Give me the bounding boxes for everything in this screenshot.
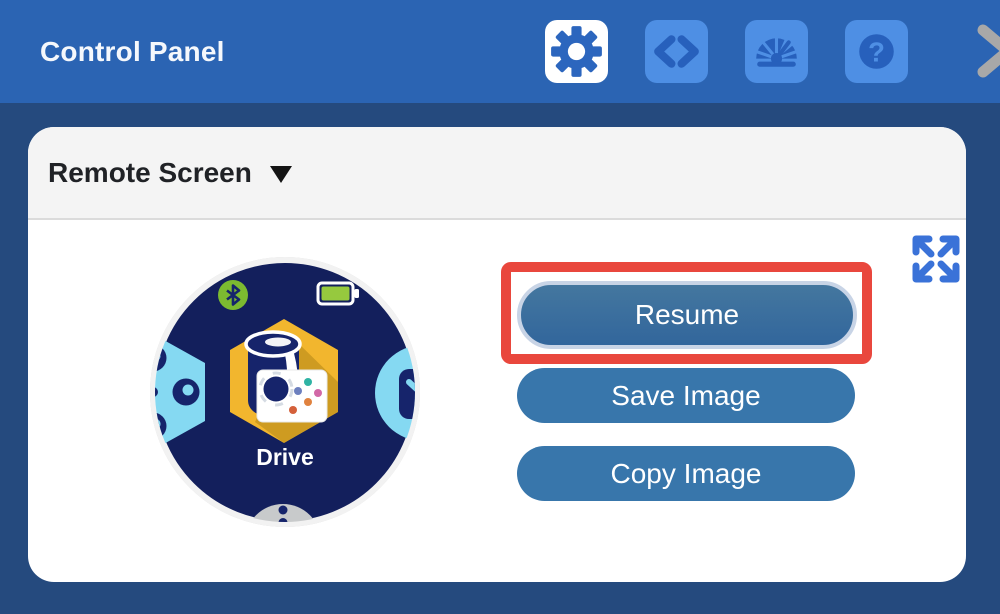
next-panel-button[interactable] [975,20,1000,83]
bluetooth-icon [218,280,248,310]
dashboard-gauge-icon [745,20,808,83]
panel-header[interactable]: Remote Screen [28,127,966,220]
resume-button[interactable]: Resume [517,281,857,349]
code-icon [645,20,708,83]
settings-button[interactable] [545,20,608,83]
help-button[interactable]: ? [845,20,908,83]
header-toolbar: ? [545,20,1000,83]
expand-arrows-icon [908,231,964,287]
top-header: Control Panel [0,0,1000,103]
save-image-button[interactable]: Save Image [517,368,855,423]
code-button[interactable] [645,20,708,83]
dropdown-caret-icon[interactable] [270,166,292,183]
svg-text:?: ? [868,37,885,68]
next-chevron-icon [975,20,1000,83]
panel-title: Remote Screen [48,157,252,189]
dashboard-button[interactable] [745,20,808,83]
app-label: Drive [256,444,314,470]
remote-screen-display[interactable]: Drive [145,252,425,532]
page-title: Control Panel [40,0,225,103]
control-panel-page: Control Panel [0,0,1000,614]
copy-image-button[interactable]: Copy Image [517,446,855,501]
expand-button[interactable] [908,231,964,287]
settings-gear-icon [545,20,608,83]
help-icon: ? [845,20,908,83]
